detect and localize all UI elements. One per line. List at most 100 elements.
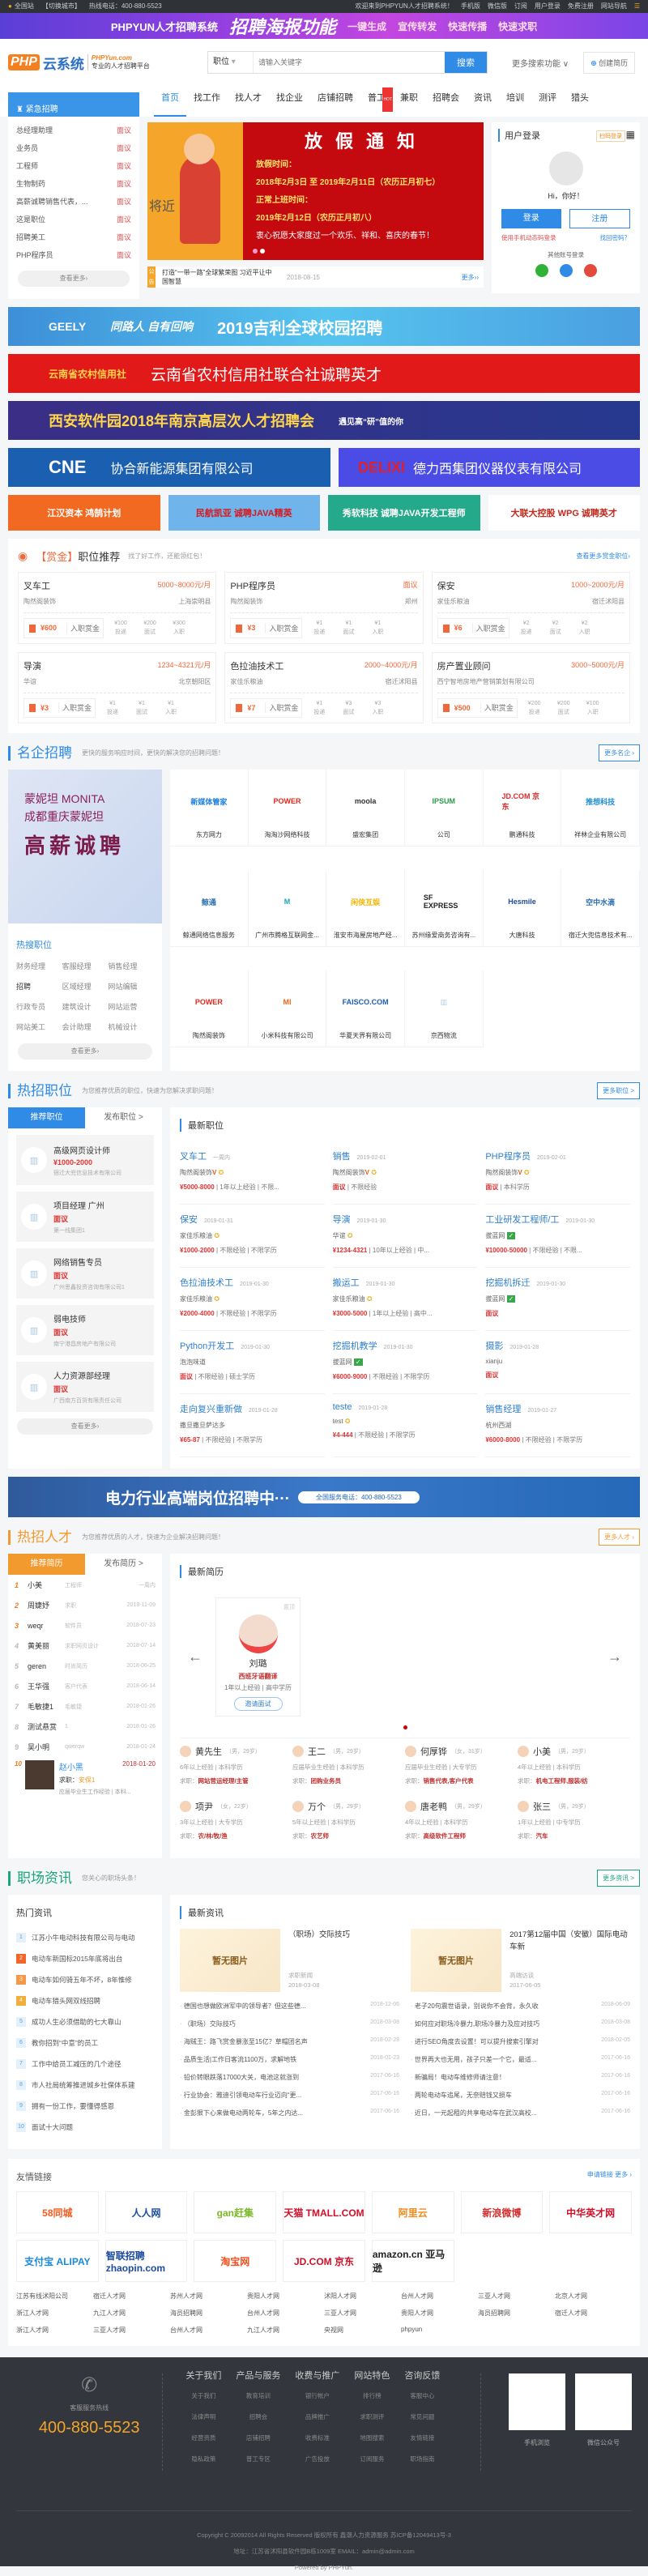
job-title-link[interactable]: 销售 xyxy=(333,1149,351,1162)
news-item[interactable]: （职场）交际技巧 2018-03-08 xyxy=(180,2019,399,2037)
forgot-password-link[interactable]: 找回密码？ xyxy=(600,233,631,242)
hot-search-tag[interactable]: 机械设计 xyxy=(108,1021,154,1032)
job-title-link[interactable]: teste xyxy=(333,1402,352,1412)
friend-link-logo[interactable]: 58同城 xyxy=(16,2191,99,2234)
hot-news-item[interactable]: 4 电动车猎头网双线招聘 xyxy=(16,1990,154,2011)
recommended-job-card[interactable]: ▥ 网络销售专员 面议 广州思鑫投资咨询有限公司1 xyxy=(16,1248,154,1299)
search-input[interactable] xyxy=(254,52,445,73)
tab-post-resume[interactable]: 发布简历 > xyxy=(85,1554,162,1575)
apply-link-more[interactable]: 申请链接 更多 › xyxy=(587,2170,632,2183)
more-talent-button[interactable]: 更多人才 › xyxy=(599,1529,640,1546)
job-item[interactable]: 搬运工 2019-01-30 家佳乐粮油 ✪ ¥3000-5000 | 1年以上经验 … xyxy=(332,1268,478,1332)
friend-link[interactable]: 三亚人才网 xyxy=(478,2292,555,2301)
friend-link[interactable]: 贵阳人才网 xyxy=(401,2309,478,2318)
resume-item[interactable]: 小美 （男，29岁） 4年以上经验 | 本科学历 求职：机电工程师,服装/纺 xyxy=(518,1745,630,1792)
friend-link[interactable]: 贵阳人才网 xyxy=(247,2292,324,2301)
recommended-more-button[interactable]: 查看更多› xyxy=(17,1418,153,1435)
friend-link[interactable]: 台州人才网 xyxy=(170,2326,247,2335)
hot-search-tag[interactable]: 招聘 xyxy=(16,981,62,992)
resume-rank-item[interactable]: 9 吴小明 qwerqw 2018-01-24 xyxy=(8,1737,162,1757)
more-companies-button[interactable]: 更多名企 › xyxy=(599,744,640,762)
resume-item[interactable]: 张三 （男，29岁） 1年以上经验 | 中专学历 求职：汽车 xyxy=(518,1800,630,1847)
featured-news[interactable]: 暂无图片 2017第12届中国（安徽）国际电动车新 高端访谈 2017-06-05 xyxy=(411,1929,630,1993)
invite-interview-button[interactable]: 邀请面试 xyxy=(233,1696,283,1711)
more-search-link[interactable]: 更多搜索功能 ∨ xyxy=(512,57,569,69)
friend-link-logo[interactable]: JD.COM 京东 xyxy=(283,2240,365,2283)
nav-item[interactable]: 测评 xyxy=(531,86,564,117)
hot-search-tag[interactable]: 销售经理 xyxy=(108,961,154,971)
footer-link[interactable]: 关于我们 xyxy=(185,2391,221,2400)
reward-job-card[interactable]: 导演 1234~4321元/月 华谊 北京朝阳区 ¥3 入职赏金 ¥1 投递 ¥1 面试 ¥1 入职 xyxy=(18,651,217,724)
news-item[interactable]: 世界再大也无用，孩子只差一个它，最适... 2017-06-16 xyxy=(411,2055,630,2073)
footer-link[interactable]: 普工专区 xyxy=(236,2454,280,2463)
news-item[interactable]: 金彭狠下心来做电动两轮车，5年之内达... 2017-06-16 xyxy=(180,2109,399,2126)
tab-post-job[interactable]: 发布职位 > xyxy=(85,1107,162,1128)
hot-news-item[interactable]: 8 市人社局统筹推进城乡社保体系建 xyxy=(16,2075,154,2096)
more-reward-jobs-link[interactable]: 查看更多赏金职位› xyxy=(576,552,630,561)
job-item[interactable]: 叉车工 一周内 陶然阁装饰V ✪ ¥5000-8000 | 1年以上经验 | 不限..… xyxy=(180,1141,325,1205)
company-tile[interactable]: ▥ 京西物流 xyxy=(404,970,484,1048)
notice-link[interactable]: 打造“一带一路”全球繁荣图 习近平让中国智慧 xyxy=(162,268,275,286)
more-news-button[interactable]: 更多资讯 > xyxy=(597,1870,640,1887)
resume-item[interactable]: 唐老鸭 （男，29岁） 4年以上经验 | 本科学历 求职：高级软件工程师 xyxy=(405,1800,518,1847)
company-tile[interactable]: IPSUM 公司 xyxy=(404,770,484,847)
friend-link-logo[interactable]: amazon.cn 亚马逊 xyxy=(371,2240,454,2283)
register-button[interactable]: 注册 xyxy=(569,209,630,228)
friend-link[interactable]: 海员招聘网 xyxy=(170,2309,247,2318)
hot-search-tag[interactable]: 财务经理 xyxy=(16,961,62,971)
company-tile[interactable]: MI 小米科技有限公司 xyxy=(248,970,327,1048)
company-tile[interactable]: Hesmile 大唐科技 xyxy=(483,870,562,948)
hot-news-item[interactable]: 7 工作中给员工减压的几个途径 xyxy=(16,2054,154,2075)
friend-link[interactable]: 台州人才网 xyxy=(247,2309,324,2318)
site-logo[interactable]: PHP 云系统 PHPYun.com 专业的人才招聘平台 xyxy=(8,53,202,73)
job-title-link[interactable]: 摄影 xyxy=(485,1339,503,1352)
hot-news-item[interactable]: 1 江苏小牛电动科技有限公司与电动 xyxy=(16,1927,154,1948)
friend-link-logo[interactable]: 阿里云 xyxy=(371,2191,454,2234)
friend-link[interactable]: 央视网 xyxy=(324,2326,401,2335)
company-tile[interactable]: 鲸通 鲸通网络信息服务 xyxy=(170,870,249,948)
reward-job-card[interactable]: PHP程序员 面议 陶然阁装饰 郑州 ¥3 入职赏金 ¥1 投递 ¥1 面试 ¥1 入职 xyxy=(224,572,424,644)
job-title-link[interactable]: 走向复兴重新做 xyxy=(180,1402,242,1415)
friend-link[interactable]: 三亚人才网 xyxy=(324,2309,401,2318)
hot-search-tag[interactable]: 行政专员 xyxy=(16,1001,62,1012)
job-title-link[interactable]: 挖掘机拆迁 xyxy=(485,1276,530,1289)
arrow-left-icon[interactable]: ← xyxy=(188,1648,202,1665)
wechat-link[interactable]: 微信版 xyxy=(488,2,507,10)
friend-link-logo[interactable]: 淘宝网 xyxy=(194,2240,277,2283)
footer-link[interactable]: 隐私政策 xyxy=(185,2454,221,2463)
footer-link[interactable]: 客服中心 xyxy=(404,2391,440,2400)
resume-item[interactable]: 项尹 （女，22岁） 3年以上经验 | 大专学历 求职：农/林/牧/渔 xyxy=(180,1800,292,1847)
urgent-job-item[interactable]: 总经理助理 面议 xyxy=(16,122,131,139)
power-industry-banner[interactable]: 电力行业高端岗位招聘中··· 全国服务电话：400-880-5523 xyxy=(8,1477,640,1518)
small-banner[interactable]: 江汉资本 鸿鹄计划 xyxy=(8,495,160,531)
footer-link[interactable]: 收费标准 xyxy=(295,2433,339,2442)
footer-link[interactable]: 求职测评 xyxy=(354,2412,390,2421)
job-item[interactable]: 销售 2019-02-01 陶然阁装饰V ✪ 面议 | 不限经验 xyxy=(332,1141,478,1205)
footer-link[interactable]: 职场指南 xyxy=(404,2454,440,2463)
company-tile[interactable]: 闲侠互娱 淮安市海屋房地产经... xyxy=(326,870,405,948)
urgent-job-item[interactable]: 工程师 面议 xyxy=(16,157,131,175)
resume-rank-item[interactable]: 1 小美 工程师 一周内 xyxy=(8,1575,162,1595)
friend-link[interactable]: phpyun xyxy=(401,2326,478,2335)
job-title-link[interactable]: 工业研发工程师/工 xyxy=(485,1213,559,1226)
job-item[interactable]: 导演 2019-01-30 华谊 ✪ ¥1234-4321 | 10年以上经验 | 中… xyxy=(332,1205,478,1269)
nav-item[interactable]: 兼职 xyxy=(393,86,425,117)
footer-link[interactable]: 排行榜 xyxy=(354,2391,390,2400)
job-title-link[interactable]: 挖掘机教学 xyxy=(333,1339,377,1352)
search-type-select[interactable]: 职位 ▾ xyxy=(208,52,254,73)
reward-job-card[interactable]: 房产置业顾问 3000~5000元/月 西宁智地房地产营销策划有限公司 ¥500 入职赏… xyxy=(431,651,630,724)
featured-news[interactable]: 暂无图片 （职场）交际技巧 求职新闻 2018-03-08 xyxy=(180,1929,399,1993)
reward-job-card[interactable]: 叉车工 5000~8000元/月 陶然阁装饰 上海崇明县 ¥600 入职赏金 ¥100 投递 ¥… xyxy=(18,572,217,644)
hero-slider[interactable]: 将近 放假通知 放假时间： 2018年2月3日 至 2019年2月11日（农历正… xyxy=(147,122,484,260)
hot-news-item[interactable]: 3 电动车如何骑五年不坏，8年惟修 xyxy=(16,1969,154,1990)
nav-item[interactable]: 招聘会 xyxy=(425,86,467,117)
tab-recommended-resumes[interactable]: 推荐简历 xyxy=(8,1554,85,1576)
friend-link-logo[interactable]: 智联招聘 zhaopin.com xyxy=(104,2240,188,2283)
mobile-link[interactable]: 手机版 xyxy=(461,2,480,10)
hot-news-item[interactable]: 6 教你招到“中意”的员工 xyxy=(16,2032,154,2054)
hot-search-tag[interactable]: 建筑设计 xyxy=(62,1001,109,1012)
nav-item[interactable]: 找人才 xyxy=(228,86,269,117)
register-link[interactable]: 免费注册 xyxy=(568,2,594,10)
footer-link[interactable]: 友情链接 xyxy=(404,2433,440,2442)
job-title-link[interactable]: 导演 xyxy=(333,1213,351,1226)
